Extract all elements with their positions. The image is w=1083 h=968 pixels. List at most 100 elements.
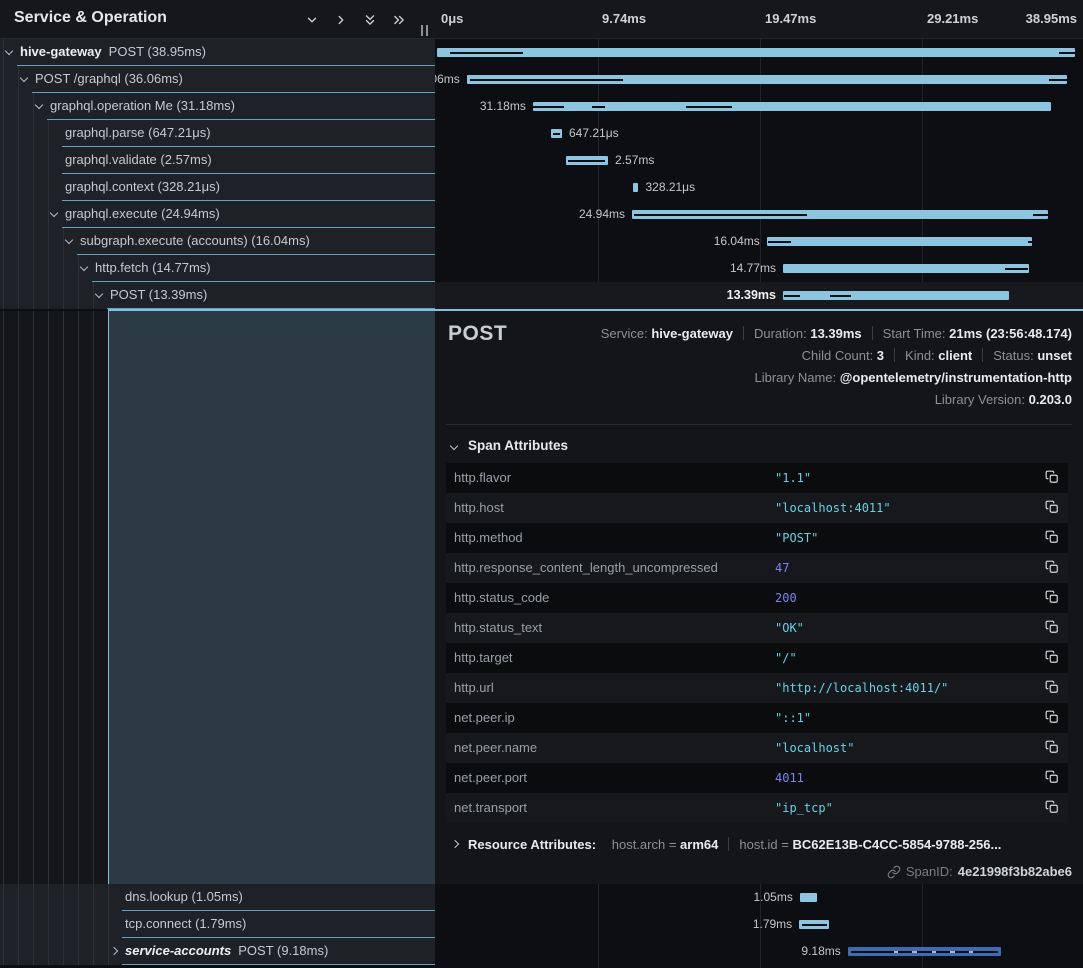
span-tree-row[interactable]: http.fetch (14.77ms) [0, 255, 435, 282]
timeline-row[interactable]: 2.57ms [435, 147, 1083, 174]
copy-icon[interactable] [1044, 710, 1060, 726]
indent-guide [33, 93, 34, 120]
chevron-down-icon[interactable] [80, 263, 88, 271]
span-bar[interactable] [633, 183, 638, 192]
row-divider [122, 964, 435, 965]
timeline-bars: 36.06ms31.18ms647.21μs2.57ms328.21μs24.9… [435, 39, 1083, 309]
link-icon[interactable] [887, 865, 901, 879]
chevron-down-icon[interactable] [50, 209, 58, 217]
attribute-value: 200 [775, 583, 797, 613]
indent-guide [33, 174, 34, 201]
bar-notch [830, 295, 850, 297]
span-bar[interactable] [467, 75, 1067, 84]
meta-label: Library Name: [755, 370, 840, 385]
span-bar[interactable] [437, 48, 1075, 57]
span-tree-row[interactable]: dns.lookup (1.05ms) [0, 884, 435, 911]
chevron-right-icon[interactable] [332, 11, 349, 28]
span-bar[interactable] [566, 156, 608, 165]
indent-guide [108, 911, 109, 938]
copy-icon[interactable] [1044, 680, 1060, 696]
panel-resize-grip[interactable] [421, 25, 428, 36]
attribute-value: "OK" [775, 613, 804, 643]
copy-icon[interactable] [1044, 740, 1060, 756]
indent-guide [48, 147, 49, 174]
ruler-tick: 29.21ms [927, 11, 978, 26]
span-tree-row[interactable]: subgraph.execute (accounts) (16.04ms) [0, 228, 435, 255]
indent-guide [93, 884, 94, 911]
detail-row-left-area [0, 311, 435, 884]
chevron-down-icon[interactable] [95, 290, 103, 298]
chevron-down-icon[interactable] [5, 47, 13, 55]
span-duration-label: 1.79ms [753, 911, 792, 938]
indent-guide [33, 282, 34, 309]
span-tree-row[interactable]: tcp.connect (1.79ms) [0, 911, 435, 938]
span-bar[interactable] [551, 129, 562, 138]
timeline-row[interactable]: 13.39ms [435, 282, 1083, 309]
span-tree-row[interactable]: graphql.operation Me (31.18ms) [0, 93, 435, 120]
span-bar[interactable] [767, 237, 1033, 246]
timeline-row[interactable] [435, 39, 1083, 66]
copy-icon[interactable] [1044, 770, 1060, 786]
meta-label: Duration: [754, 326, 810, 341]
timeline-row[interactable]: 24.94ms [435, 201, 1083, 228]
indent-guide [33, 311, 34, 884]
timeline-row[interactable]: 328.21μs [435, 174, 1083, 201]
timeline-row[interactable]: 31.18ms [435, 93, 1083, 120]
copy-icon[interactable] [1044, 800, 1060, 816]
span-tree-row[interactable]: POST (13.39ms) [0, 282, 435, 309]
operation-name: POST (9.18ms) [238, 943, 328, 958]
resource-key: host.id [739, 837, 777, 852]
indent-guide [33, 147, 34, 174]
chevron-down-icon[interactable] [303, 11, 320, 28]
span-bar[interactable] [799, 920, 829, 929]
chevron-right-icon[interactable] [110, 947, 118, 955]
chevron-right-icon[interactable] [451, 840, 459, 848]
span-bar[interactable] [632, 210, 1048, 219]
double-chevron-right-icon[interactable] [390, 11, 407, 28]
span-tree-row[interactable]: POST /graphql (36.06ms) [0, 66, 435, 93]
span-bar[interactable] [533, 102, 1051, 111]
operation-name: graphql.parse (647.21μs) [65, 125, 211, 140]
indent-guide [48, 884, 49, 911]
attribute-key: http.response_content_length_uncompresse… [454, 553, 718, 583]
attribute-value: "http://localhost:4011/" [775, 673, 948, 703]
span-tree-row[interactable]: graphql.execute (24.94ms) [0, 201, 435, 228]
ruler-tick: 9.74ms [602, 11, 646, 26]
indent-guide [63, 311, 64, 884]
indent-guide [78, 884, 79, 911]
copy-icon[interactable] [1044, 620, 1060, 636]
timeline-row[interactable]: 647.21μs [435, 120, 1083, 147]
copy-icon[interactable] [1044, 650, 1060, 666]
chevron-down-icon[interactable] [65, 236, 73, 244]
timeline-row[interactable]: 36.06ms [435, 66, 1083, 93]
copy-icon[interactable] [1044, 500, 1060, 516]
indent-guide [108, 884, 109, 911]
timeline-row[interactable]: 9.18ms [435, 938, 1083, 965]
span-tree-row[interactable]: hive-gatewayPOST (38.95ms) [0, 39, 435, 66]
timeline-row[interactable]: 16.04ms [435, 228, 1083, 255]
span-bar[interactable] [783, 291, 1009, 300]
copy-icon[interactable] [1044, 530, 1060, 546]
timeline-row[interactable]: 1.79ms [435, 911, 1083, 938]
tree-toolbar [303, 11, 407, 28]
span-tree-row[interactable]: service-accountsPOST (9.18ms) [0, 938, 435, 965]
span-bar[interactable] [783, 264, 1029, 273]
copy-icon[interactable] [1044, 470, 1060, 486]
span-bar[interactable] [800, 893, 817, 902]
double-chevron-down-icon[interactable] [361, 11, 378, 28]
chevron-down-icon[interactable] [20, 74, 28, 82]
equals: = [665, 837, 680, 852]
chevron-down-icon[interactable] [35, 101, 43, 109]
span-attributes-header[interactable]: Span Attributes [468, 435, 568, 457]
span-tree-row[interactable]: graphql.context (328.21μs) [0, 174, 435, 201]
chevron-down-icon[interactable] [450, 442, 458, 450]
meta-value: @opentelemetry/instrumentation-http [840, 370, 1072, 385]
span-tree-row[interactable]: graphql.parse (647.21μs) [0, 120, 435, 147]
timeline-row[interactable]: 14.77ms [435, 255, 1083, 282]
copy-icon[interactable] [1044, 590, 1060, 606]
span-tree-row[interactable]: graphql.validate (2.57ms) [0, 147, 435, 174]
copy-icon[interactable] [1044, 560, 1060, 576]
span-bar[interactable] [848, 947, 1001, 956]
timeline-row[interactable]: 1.05ms [435, 884, 1083, 911]
resource-attributes-row[interactable]: Resource Attributes: host.arch = arm64ho… [468, 834, 1001, 856]
